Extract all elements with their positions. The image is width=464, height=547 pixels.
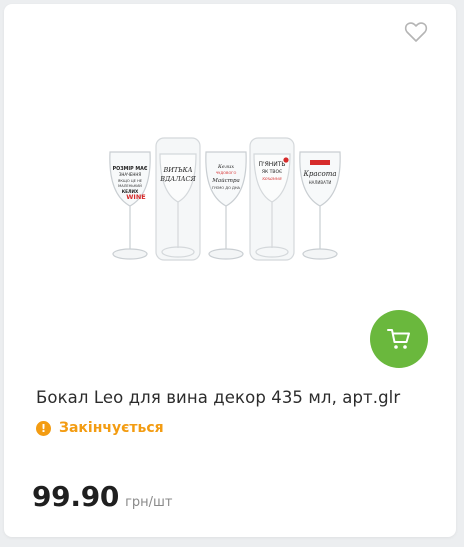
price-unit: грн/шт [125, 495, 173, 510]
product-image[interactable]: РОЗМІР МАЄ ЗНАЧЕННЯ ЯКЩО ЦЕ НЕ МАЛЕНЬКИЙ… [104, 132, 366, 268]
shopping-cart-icon [387, 329, 410, 349]
heart-outline-icon [404, 22, 428, 42]
svg-text:ВДАЛАСЯ: ВДАЛАСЯ [159, 175, 196, 183]
svg-text:кохання: кохання [262, 177, 282, 182]
svg-text:ЧУДОВОГО: ЧУДОВОГО [216, 171, 237, 175]
product-title[interactable]: Бокал Leo для вина декор 435 мл, арт.glr [36, 388, 400, 407]
svg-text:П'ЄМО ДО ДНА: П'ЄМО ДО ДНА [212, 186, 241, 190]
svg-text:Майстра: Майстра [211, 178, 240, 184]
wine-glass-4 [249, 137, 295, 261]
svg-text:Келих: Келих [217, 164, 234, 170]
exclamation-icon: ! [36, 420, 51, 436]
wine-glass-5 [299, 151, 341, 260]
product-card[interactable]: РОЗМІР МАЄ ЗНАЧЕННЯ ЯКЩО ЦЕ НЕ МАЛЕНЬКИЙ… [4, 4, 456, 537]
svg-text:ВИТЬКА: ВИТЬКА [162, 166, 192, 174]
stock-status-label: Закінчується [59, 420, 164, 436]
svg-text:ЗНАЧЕННЯ: ЗНАЧЕННЯ [119, 172, 142, 177]
price-block: 99.90 грн/шт [32, 480, 173, 513]
wine-glass-2 [155, 137, 201, 261]
svg-text:ЯКЩО ЦЕ НЕ: ЯКЩО ЦЕ НЕ [118, 179, 143, 183]
favorite-button[interactable] [404, 21, 428, 43]
svg-text:НАЛИВАТИ: НАЛИВАТИ [309, 180, 332, 185]
svg-text:ЯК ТВОЄ: ЯК ТВОЄ [262, 169, 282, 175]
price-value: 99.90 [32, 480, 120, 513]
svg-text:МАЛЕНЬКИЙ: МАЛЕНЬКИЙ [118, 183, 142, 188]
svg-text:Красота: Красота [302, 170, 336, 178]
svg-text:П'ЯНИТЬ: П'ЯНИТЬ [258, 161, 285, 168]
svg-text:WINE: WINE [126, 193, 145, 201]
add-to-cart-button[interactable] [370, 310, 428, 368]
stock-status: ! Закінчується [36, 420, 164, 436]
